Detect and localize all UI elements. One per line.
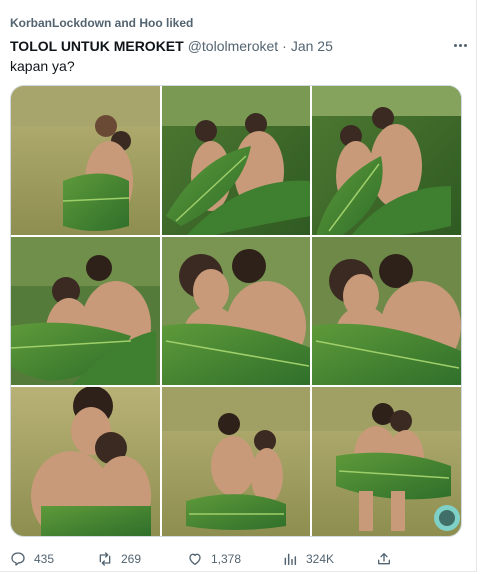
views-button[interactable]: 324K [282,551,334,567]
photo-tile [11,236,161,386]
share-button[interactable] [376,551,400,567]
views-count: 324K [306,552,335,566]
photo-tile [161,386,311,536]
photo-tile [11,386,161,536]
more-horizontal-icon[interactable] [450,36,470,54]
photo-tile [161,86,311,236]
photo-collage [11,86,461,536]
tweet-card[interactable]: KorbanLockdown and Hoo liked TOLOL UNTUK… [0,0,477,572]
views-chart-icon [284,553,297,566]
social-context: KorbanLockdown and Hoo liked [10,16,194,30]
tweet-actions: 435 269 1,378 324K [10,549,390,569]
photo-tile [311,86,461,236]
like-button[interactable]: 1,378 [187,551,241,567]
tweet-media-photo[interactable] [10,85,462,537]
reply-button[interactable]: 435 [10,551,54,567]
photo-tile [161,236,311,386]
share-icon [378,553,390,565]
retweet-count: 269 [121,552,142,566]
separator-dot: · [282,38,287,54]
retweet-button[interactable]: 269 [97,551,141,567]
retweet-icon [99,552,111,566]
reply-count: 435 [34,552,55,566]
tweet-header: TOLOL UNTUK MEROKET @tololmeroket · Jan … [10,37,464,55]
tweet-text: kapan ya? [10,58,75,74]
author-handle[interactable]: @tololmeroket [188,38,278,54]
heart-icon [189,553,201,565]
photo-tile [11,86,161,236]
tweet-date[interactable]: Jan 25 [291,38,333,54]
photo-tile [311,386,461,536]
reply-icon [11,552,25,566]
author-display-name[interactable]: TOLOL UNTUK MEROKET [10,38,184,54]
photo-tile [311,236,461,386]
like-count: 1,378 [211,552,242,566]
